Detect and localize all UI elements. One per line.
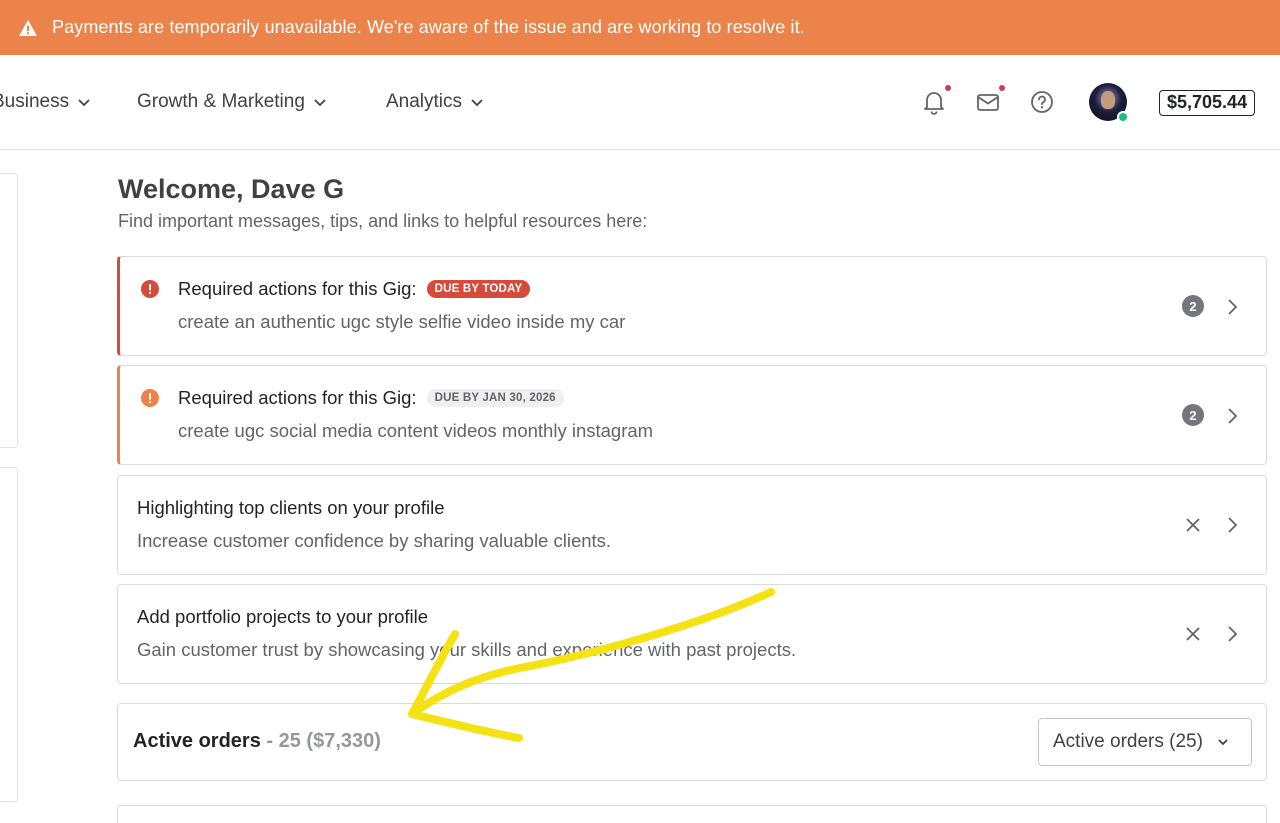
nav-item-analytics[interactable]: Analytics (386, 91, 484, 113)
message-dot (999, 85, 1005, 91)
payments-warning-banner: Payments are temporarily unavailable. We… (0, 0, 1280, 55)
active-orders-panel: Active orders - 25 ($7,330) Active order… (117, 703, 1267, 781)
chevron-down-icon (78, 99, 90, 107)
action-count-badge: 2 (1182, 295, 1204, 317)
chevron-right-icon[interactable] (1224, 297, 1240, 317)
warning-icon (19, 19, 37, 36)
notification-dot (945, 85, 951, 91)
tip-card[interactable]: Highlighting top clients on your profile… (117, 475, 1267, 575)
error-icon (141, 280, 159, 298)
notifications-button[interactable] (920, 85, 951, 116)
tip-card[interactable]: Add portfolio projects to your profile G… (117, 584, 1267, 684)
card-title: Required actions for this Gig: DUE BY TO… (178, 278, 531, 300)
due-badge: DUE BY JAN 30, 2026 (426, 389, 564, 407)
online-status-dot (1117, 111, 1129, 123)
required-action-card[interactable]: Required actions for this Gig: DUE BY JA… (117, 365, 1267, 465)
nav-item-label: Analytics (386, 91, 463, 112)
required-action-card[interactable]: Required actions for this Gig: DUE BY TO… (117, 256, 1267, 356)
page-subtitle: Find important messages, tips, and links… (118, 211, 648, 231)
chevron-right-icon[interactable] (1224, 406, 1240, 426)
chevron-down-icon (471, 99, 483, 107)
action-count-badge: 2 (1182, 404, 1204, 426)
banner-text: Payments are temporarily unavailable. We… (52, 17, 805, 37)
active-orders-heading: Active orders - 25 ($7,330) (133, 730, 381, 753)
messages-button[interactable] (974, 85, 1005, 116)
help-icon (1031, 91, 1053, 113)
sidebar-card (0, 173, 18, 448)
nav-item-growth-marketing[interactable]: Growth & Marketing (137, 91, 327, 113)
active-orders-summary: - 25 ($7,330) (260, 730, 381, 752)
help-button[interactable] (1028, 88, 1056, 116)
orders-filter-value: Active orders (25) (1053, 731, 1203, 752)
card-description: create an authentic ugc style selfie vid… (178, 311, 626, 332)
nav-item-label: Business (0, 91, 70, 112)
close-icon[interactable] (1184, 625, 1202, 643)
card-title-text: Required actions for this Gig: (178, 278, 417, 299)
balance-button[interactable]: $5,705.44 (1159, 90, 1256, 116)
user-avatar[interactable] (1089, 83, 1129, 123)
top-navigation: Business Growth & Marketing Analytics (0, 55, 1280, 150)
card-title: Highlighting top clients on your profile (137, 497, 445, 518)
orders-list-card (117, 805, 1267, 823)
nav-item-business[interactable]: Business (0, 91, 91, 113)
active-orders-title: Active orders (133, 730, 261, 752)
avatar-face (1101, 91, 1115, 109)
card-description: Gain customer trust by showcasing your s… (137, 639, 797, 660)
chevron-down-icon (1218, 739, 1228, 746)
bell-icon (924, 92, 944, 115)
close-icon[interactable] (1184, 516, 1202, 534)
card-description: create ugc social media content videos m… (178, 420, 654, 441)
page-title: Welcome, Dave G (118, 174, 345, 204)
sidebar-card (0, 467, 18, 802)
card-description: Increase customer confidence by sharing … (137, 530, 612, 551)
chevron-down-icon (314, 99, 326, 107)
warning-circle-icon (141, 389, 159, 407)
envelope-icon (977, 94, 999, 111)
due-badge: DUE BY TODAY (426, 280, 531, 298)
orders-filter-select[interactable]: Active orders (25) (1038, 718, 1252, 766)
chevron-right-icon[interactable] (1224, 624, 1240, 644)
chevron-right-icon[interactable] (1224, 515, 1240, 535)
nav-item-label: Growth & Marketing (137, 91, 305, 112)
card-title: Add portfolio projects to your profile (137, 606, 429, 627)
card-title-text: Required actions for this Gig: (178, 387, 417, 408)
card-title: Required actions for this Gig: DUE BY JA… (178, 387, 564, 409)
